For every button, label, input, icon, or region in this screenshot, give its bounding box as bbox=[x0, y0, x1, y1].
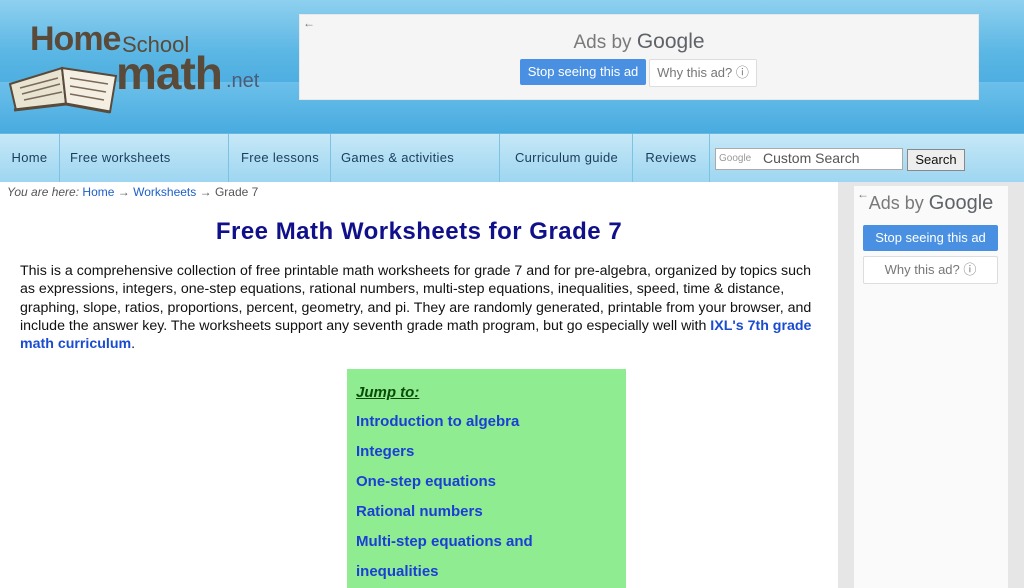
ads-by-google-label: Ads by Google bbox=[854, 192, 1008, 215]
jump-to-box: Jump to: Introduction to algebra Integer… bbox=[347, 369, 626, 588]
main-nav: Home Free worksheets Free lessons Games … bbox=[0, 133, 1024, 183]
nav-reviews[interactable]: Reviews bbox=[633, 134, 710, 182]
jump-link-intro-algebra[interactable]: Introduction to algebra bbox=[356, 413, 519, 430]
breadcrumb-worksheets-link[interactable]: Worksheets bbox=[133, 185, 196, 199]
breadcrumb-prefix: You are here: bbox=[7, 185, 80, 199]
breadcrumb-current: Grade 7 bbox=[214, 185, 259, 199]
site-header: Home School math .net ← Ads by Google St… bbox=[0, 0, 1024, 133]
search-input[interactable]: Google Custom Search bbox=[715, 148, 903, 170]
stop-seeing-ad-button[interactable]: Stop seeing this ad bbox=[863, 225, 998, 251]
breadcrumb-arrow-icon: → bbox=[199, 185, 212, 199]
why-this-ad-button[interactable]: Why this ad? ⓘ bbox=[863, 256, 998, 284]
jump-link-rational-numbers[interactable]: Rational numbers bbox=[356, 503, 483, 520]
breadcrumb: You are here: Home → Worksheets → Grade … bbox=[7, 185, 258, 199]
logo-home-text: Home bbox=[30, 20, 121, 58]
nav-home[interactable]: Home bbox=[0, 134, 60, 182]
stop-seeing-ad-button[interactable]: Stop seeing this ad bbox=[520, 59, 646, 85]
jump-link-integers[interactable]: Integers bbox=[356, 443, 414, 460]
why-this-ad-button[interactable]: Why this ad? ⓘ bbox=[649, 59, 757, 87]
jump-to-title: Jump to: bbox=[356, 384, 420, 401]
breadcrumb-arrow-icon: → bbox=[117, 185, 130, 199]
nav-curriculum-guide[interactable]: Curriculum guide bbox=[501, 134, 633, 182]
search-google-label: Google bbox=[719, 153, 752, 164]
nav-free-worksheets[interactable]: Free worksheets bbox=[60, 134, 229, 182]
top-ad-banner: ← Ads by Google Stop seeing this ad Why … bbox=[299, 14, 979, 100]
intro-end: . bbox=[131, 336, 136, 353]
ads-by-text: Ads by bbox=[573, 32, 632, 53]
nav-free-lessons[interactable]: Free lessons bbox=[230, 134, 331, 182]
breadcrumb-home-link[interactable]: Home bbox=[82, 185, 114, 199]
google-text: Google bbox=[928, 192, 994, 214]
ads-by-google-label: Ads by Google bbox=[300, 30, 978, 54]
jump-link-multi-step[interactable]: Multi-step equations and bbox=[356, 533, 533, 550]
jump-link-inequalities[interactable]: inequalities bbox=[356, 563, 439, 580]
ads-by-text: Ads by bbox=[868, 193, 924, 213]
sidebar: ← Ads by Google Stop seeing this ad Why … bbox=[838, 182, 1024, 588]
logo-net-text: .net bbox=[226, 70, 260, 92]
search-placeholder: Custom Search bbox=[763, 150, 860, 166]
google-text: Google bbox=[636, 30, 705, 53]
jump-link-one-step-equations[interactable]: One-step equations bbox=[356, 473, 496, 490]
side-ad-banner: ← Ads by Google Stop seeing this ad Why … bbox=[854, 186, 1008, 588]
search-button[interactable]: Search bbox=[907, 149, 965, 171]
page-title: Free Math Worksheets for Grade 7 bbox=[215, 218, 623, 245]
book-icon bbox=[8, 66, 118, 114]
main-content: You are here: Home → Worksheets → Grade … bbox=[0, 182, 838, 588]
nav-games-activities[interactable]: Games & activities bbox=[331, 134, 500, 182]
site-logo[interactable]: Home School math .net bbox=[4, 10, 284, 114]
logo-math-text: math bbox=[116, 47, 223, 99]
ad-back-arrow-icon[interactable]: ← bbox=[303, 16, 315, 30]
intro-text: This is a comprehensive collection of fr… bbox=[20, 263, 812, 334]
intro-paragraph: This is a comprehensive collection of fr… bbox=[20, 262, 820, 353]
